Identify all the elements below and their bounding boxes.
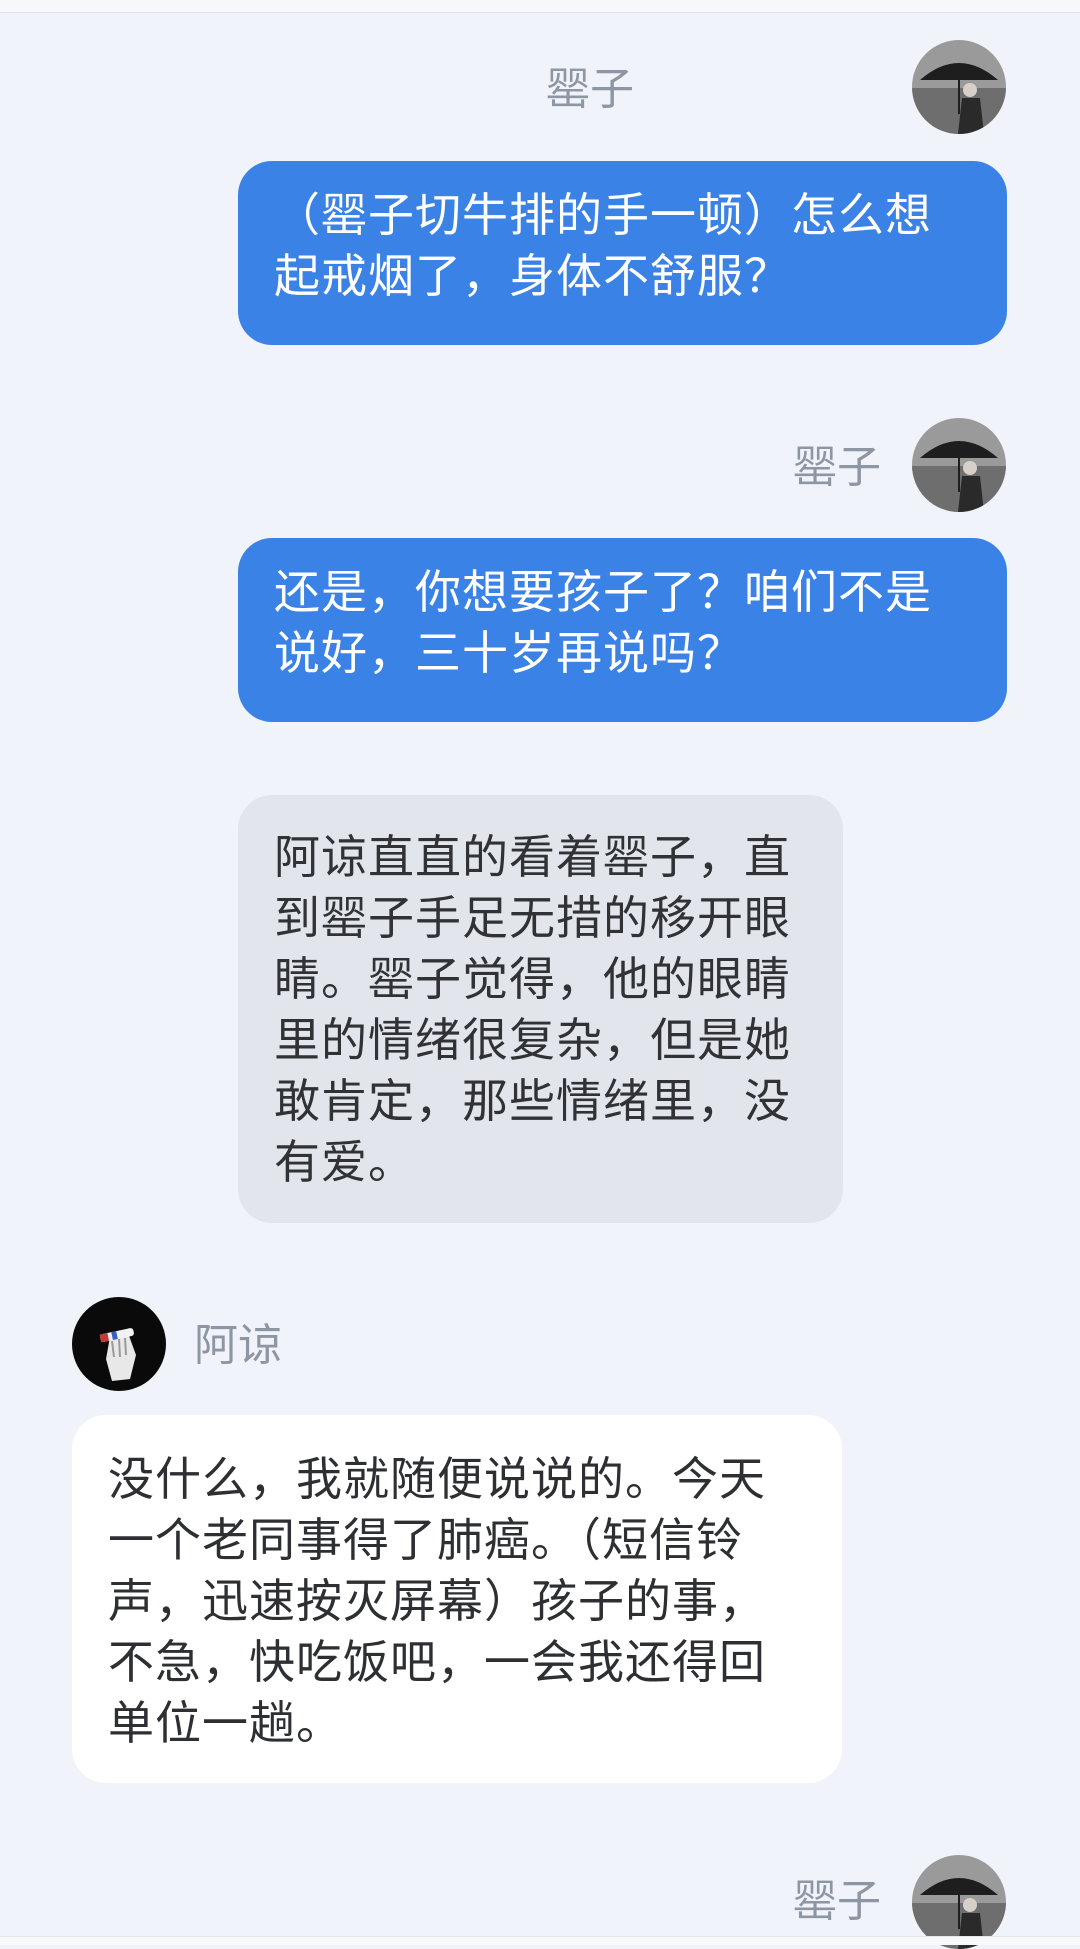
top-divider — [0, 0, 1080, 13]
sender-name: 阿谅 — [194, 1320, 282, 1371]
woman-with-umbrella-icon[interactable] — [912, 40, 1006, 134]
message-bubble[interactable]: （罂子切牛排的手一顿）怎么想起戒烟了，身体不舒服？ — [238, 161, 1007, 345]
message-bubble[interactable]: 还是，你想要孩子了？咱们不是说好，三十岁再说吗？ — [238, 538, 1007, 722]
woman-with-umbrella-icon[interactable] — [912, 1855, 1006, 1949]
sender-name: 罂子 — [546, 64, 634, 115]
hand-holding-cigarette-icon[interactable] — [72, 1297, 166, 1391]
sender-name: 罂子 — [793, 442, 881, 493]
woman-with-umbrella-icon[interactable] — [912, 418, 1006, 512]
sender-name: 罂子 — [793, 1876, 881, 1927]
message-bubble[interactable]: 没什么，我就随便说说的。今天一个老同事得了肺癌。（短信铃声，迅速按灭屏幕）孩子的… — [72, 1415, 842, 1783]
bottom-divider — [0, 1936, 1080, 1945]
narration-bubble[interactable]: 阿谅直直的看着罂子，直到罂子手足无措的移开眼睛。罂子觉得，他的眼睛里的情绪很复杂… — [238, 795, 843, 1223]
